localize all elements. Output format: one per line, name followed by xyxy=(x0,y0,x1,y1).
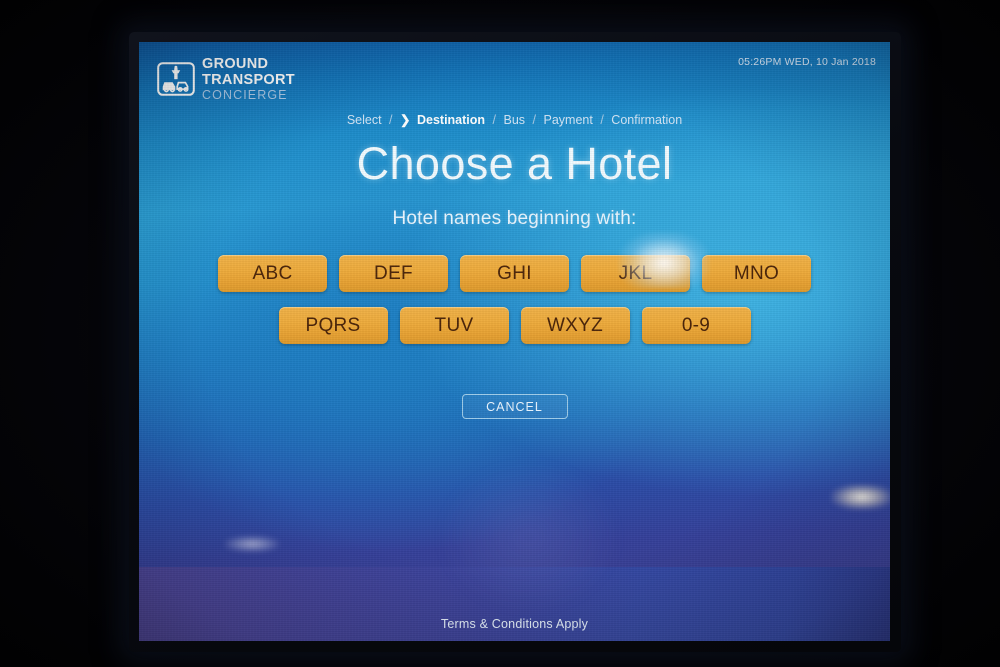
letter-group-button-ghi[interactable]: GHI xyxy=(460,255,569,292)
terms-and-conditions-text: Terms & Conditions Apply xyxy=(440,617,589,631)
breadcrumb-step-bus[interactable]: Bus xyxy=(504,113,526,127)
kiosk-screen: GROUND TRANSPORT CONCIERGE 05:26PM WED, … xyxy=(139,42,890,641)
breadcrumb-step-destination[interactable]: Destination xyxy=(417,113,485,127)
cancel-button-container: CANCEL xyxy=(139,394,890,419)
footer-bar: Terms & Conditions Apply xyxy=(139,567,890,641)
breadcrumb: Select / ❯ Destination / Bus / Payment /… xyxy=(139,112,890,127)
breadcrumb-separator: / xyxy=(389,113,393,127)
ground-transport-badge-icon xyxy=(157,62,195,97)
letter-group-button-abc[interactable]: ABC xyxy=(218,255,327,292)
logo-line-3: CONCIERGE xyxy=(202,88,288,102)
brand-logo: GROUND TRANSPORT CONCIERGE xyxy=(157,57,295,102)
header-bar: GROUND TRANSPORT CONCIERGE 05:26PM WED, … xyxy=(139,42,890,104)
cancel-button[interactable]: CANCEL xyxy=(461,394,568,419)
breadcrumb-step-confirmation[interactable]: Confirmation xyxy=(611,113,682,127)
chevron-right-icon: ❯ xyxy=(400,113,411,127)
letter-group-button-wxyz[interactable]: WXYZ xyxy=(520,307,630,344)
breadcrumb-step-payment[interactable]: Payment xyxy=(544,113,593,127)
page-subtitle: Hotel names beginning with: xyxy=(392,208,637,229)
screen-glare-left xyxy=(225,536,279,552)
letter-group-button-mno[interactable]: MNO xyxy=(702,255,811,292)
breadcrumb-step-select[interactable]: Select xyxy=(347,113,382,127)
logo-line-2: TRANSPORT xyxy=(202,71,295,88)
breadcrumb-separator: / xyxy=(492,113,497,127)
letter-group-button-jkl[interactable]: JKL xyxy=(581,255,690,292)
kiosk-photo-frame: GROUND TRANSPORT CONCIERGE 05:26PM WED, … xyxy=(0,0,1000,667)
screen-glare-right xyxy=(831,484,890,510)
letter-group-row-1: ABC DEF GHI JKL MNO xyxy=(139,255,890,292)
letter-group-button-tuv[interactable]: TUV xyxy=(399,307,509,344)
letter-group-row-2: PQRS TUV WXYZ 0-9 xyxy=(139,307,890,344)
letter-group-button-def[interactable]: DEF xyxy=(339,255,448,292)
logo-line-1: GROUND xyxy=(202,56,269,72)
breadcrumb-separator: / xyxy=(532,113,537,127)
page-title: Choose a Hotel xyxy=(356,138,673,189)
letter-group-button-pqrs[interactable]: PQRS xyxy=(278,307,388,344)
letter-group-button-0-9[interactable]: 0-9 xyxy=(641,307,751,344)
datetime-display: 05:26PM WED, 10 Jan 2018 xyxy=(738,56,876,68)
breadcrumb-separator: / xyxy=(600,113,604,127)
brand-wordmark: GROUND TRANSPORT CONCIERGE xyxy=(202,57,295,102)
